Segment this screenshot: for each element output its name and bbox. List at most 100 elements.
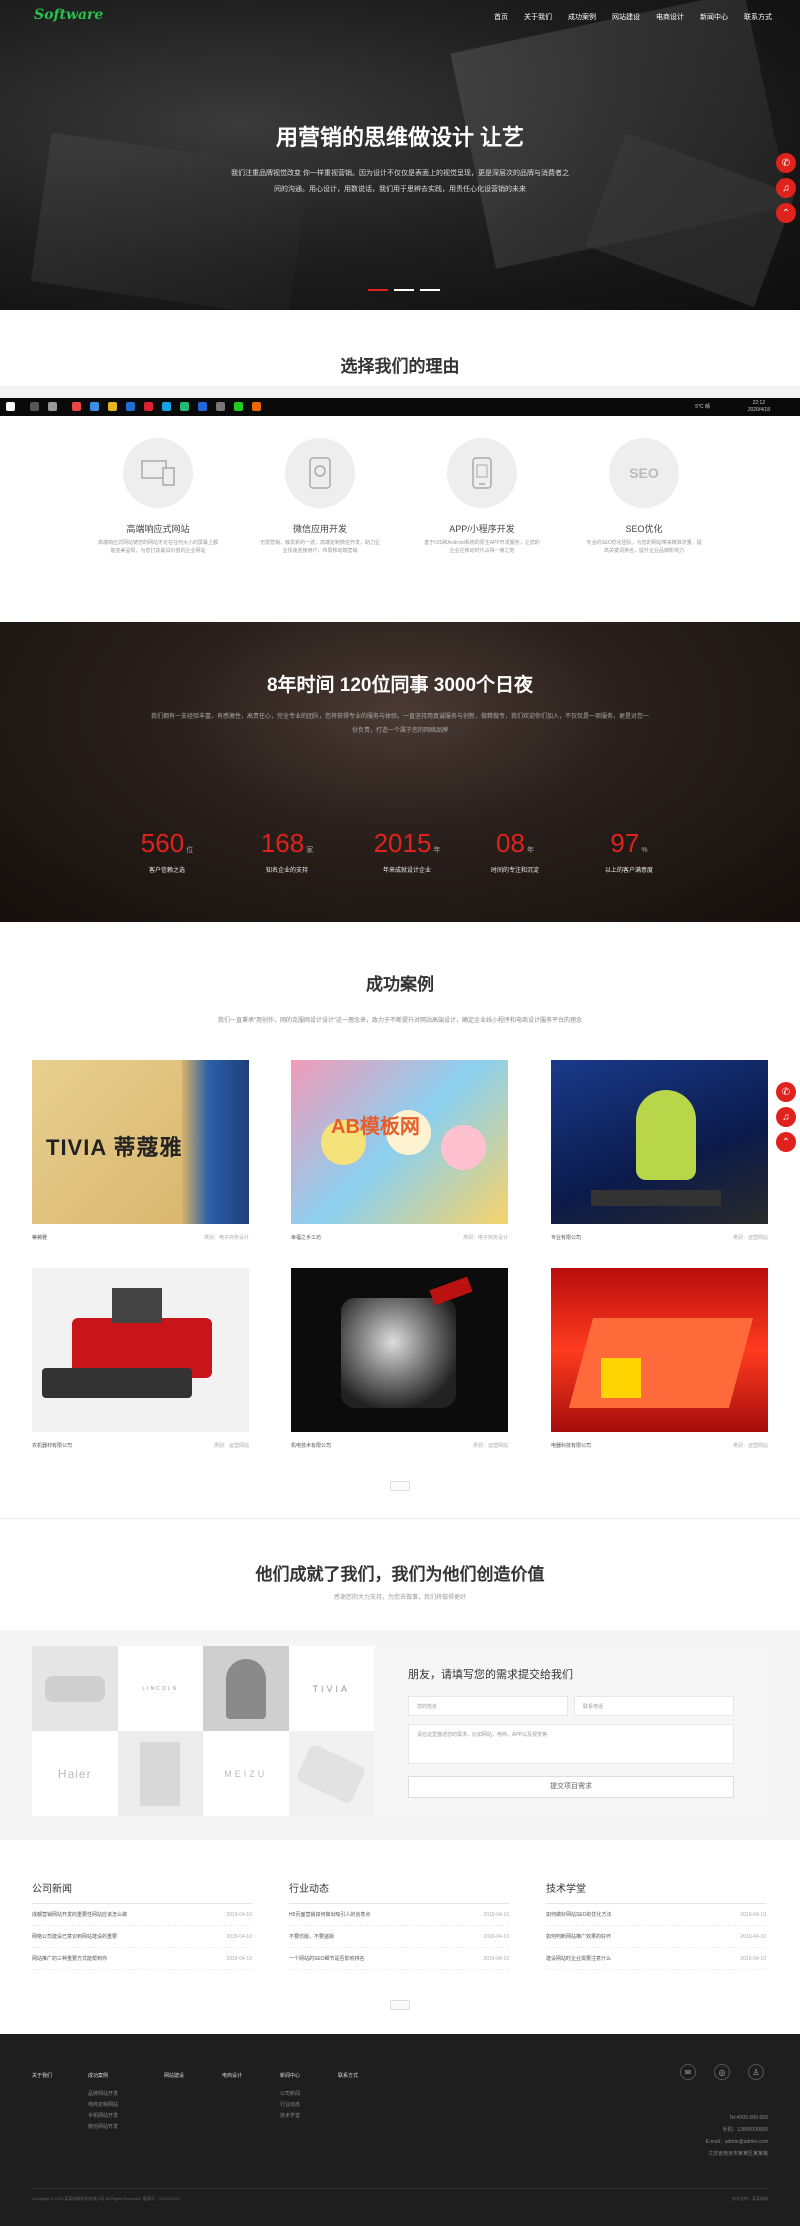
submit-button[interactable]: 提交项目需求: [408, 1776, 734, 1798]
cases-title: 成功案例: [366, 975, 434, 994]
news-column-company: 公司新闻 成都营销网站开发的重要性网站应该怎么做 2019-04-10 网络公司建…: [32, 1880, 252, 1970]
news-row[interactable]: 一个网站的SEO细节是否影响排名 2019-04-10: [289, 1948, 509, 1970]
cases-subtitle: 我们一直秉承“用创作，网的克服网设计设计”这一理念来，致力于不断提升对网站高端设…: [218, 1018, 582, 1024]
wechat-icon[interactable]: [234, 402, 243, 411]
news-row[interactable]: 建设网站时企业需要注意什么 2019-04-10: [546, 1948, 766, 1970]
news-row[interactable]: H5页面营销如何做出吸引人的创意点 2019-04-10: [289, 1904, 509, 1926]
clients-subtitle: 感谢您的大力支持，为您去做事，我们将做得更好: [333, 1595, 466, 1601]
news-row[interactable]: 不要仿版，不要盗版 2019-04-10: [289, 1926, 509, 1948]
footer-col-ecommerce: 电商设计: [222, 2073, 243, 2079]
app-icon-3[interactable]: [126, 402, 135, 411]
brand-tile: [32, 1646, 118, 1731]
phone-icon[interactable]: ✆: [776, 153, 796, 173]
news-row[interactable]: 如何做好网站SEO的优化方法 2019-04-10: [546, 1904, 766, 1926]
contact-info: Tel:4000-000-000 手机：13800000000 E-mail：a…: [705, 2115, 768, 2157]
feature-seo: SEO SEO优化 专业的SEO优化团队，为您的网站带来精准流量，提高关键词排名…: [574, 438, 714, 555]
wechat-app-icon: [285, 438, 355, 508]
windows-start-icon[interactable]: [6, 402, 15, 411]
news-row[interactable]: 网站推广的三种重要方式能帮到你 2019-04-10: [32, 1948, 252, 1970]
stats-subtitle: 我们拥有一支经验丰富，有感激性，高责任心，完全专业的团队，您将获得专业的服务与体…: [150, 714, 649, 734]
news-row[interactable]: 如何判断网站推广效果的好坏 2019-04-10: [546, 1926, 766, 1948]
feature-app: APP/小程序开发 基于iOS和Android系统的原生APP开发服务，让您的企…: [412, 438, 552, 555]
brand-tile: [203, 1646, 289, 1731]
wechat-icon[interactable]: ✉: [680, 2064, 696, 2080]
main-nav: 首页 关于我们 成功案例 网站建设 电商设计 新闻中心 联系方式: [486, 12, 780, 22]
carousel-dots: [368, 289, 440, 291]
site-logo[interactable]: Software: [34, 7, 103, 23]
news-column-industry: 行业动态 H5页面营销如何做出吸引人的创意点 2019-04-10 不要仿版，不要…: [289, 1880, 509, 1970]
bell-icon[interactable]: ♫: [776, 1107, 796, 1127]
nav-item-ecommerce[interactable]: 电商设计: [648, 12, 692, 22]
name-field[interactable]: 您的姓名: [408, 1696, 568, 1716]
app-icon-6[interactable]: [180, 402, 189, 411]
search-icon[interactable]: [30, 402, 39, 411]
case-image: [551, 1268, 768, 1432]
carousel-dot-3[interactable]: [420, 289, 440, 291]
case-card[interactable]: 电器科技有限公司 类别：运营网站: [551, 1268, 768, 1449]
brand-grid: LINCOLN TIVIA Haier MEIZU: [32, 1646, 374, 1816]
news-row[interactable]: 网络公司建设已意识到网站建设的重要 2019-04-10: [32, 1926, 252, 1948]
app-icon-2[interactable]: [90, 402, 99, 411]
nav-item-home[interactable]: 首页: [486, 12, 516, 22]
nav-item-about[interactable]: 关于我们: [516, 12, 560, 22]
form-title: 朋友，请填写您的需求提交给我们: [408, 1669, 573, 1681]
weather-status: 5°C 晴: [695, 404, 710, 410]
devices-icon: [123, 438, 193, 508]
case-card[interactable]: 农机器材有限公司 类别：运营网站: [32, 1268, 249, 1449]
tech-support: 技术支持：某某网络: [732, 2196, 768, 2201]
carousel-dot-1[interactable]: [368, 289, 388, 291]
reasons-title: 选择我们的理由: [340, 357, 460, 376]
app-icon-5[interactable]: [162, 402, 171, 411]
folder-icon[interactable]: [108, 402, 117, 411]
os-taskbar: 22:12 2020/4/18 5°C 晴: [0, 398, 800, 416]
pagination-button[interactable]: [390, 1481, 410, 1491]
case-image: [32, 1268, 249, 1432]
phone-app-icon: [447, 438, 517, 508]
phone-field[interactable]: 联系电话: [574, 1696, 734, 1716]
carousel-dot-2[interactable]: [394, 289, 414, 291]
news-row[interactable]: 成都营销网站开发的重要性网站应该怎么做 2019-04-10: [32, 1904, 252, 1926]
stats-section: [0, 622, 800, 922]
stat-clients: 560 位客户信赖之选: [140, 828, 194, 874]
app-icon-8[interactable]: [216, 402, 225, 411]
phone-icon[interactable]: ✆: [776, 1082, 796, 1102]
seo-icon: SEO: [609, 438, 679, 508]
app-icon-4[interactable]: [144, 402, 153, 411]
weibo-icon[interactable]: ◎: [714, 2064, 730, 2080]
footer-col-contact: 联系方式: [338, 2073, 359, 2079]
case-card[interactable]: 机电技术有限公司 类别：运营网站: [291, 1268, 508, 1449]
stat-partners: 168 家知名企业的支持: [260, 828, 314, 874]
hero-subtitle: 我们注重品牌视觉改变 你一样重视营销。因为设计不仅仅是表面上的视觉呈现，更是深层…: [231, 170, 569, 193]
brand-tile: TIVIA: [288, 1646, 374, 1731]
nav-item-contact[interactable]: 联系方式: [736, 12, 780, 22]
brand-tile: MEIZU: [203, 1731, 289, 1816]
taskview-icon[interactable]: [48, 402, 57, 411]
chevron-up-icon[interactable]: ⌃: [776, 1132, 796, 1152]
nav-item-cases[interactable]: 成功案例: [560, 12, 604, 22]
app-icon-9[interactable]: [252, 402, 261, 411]
nav-item-website[interactable]: 网站建设: [604, 12, 648, 22]
qq-icon[interactable]: ♙: [748, 2064, 764, 2080]
copyright: Copyright © 2019 某某网络科技有限公司 All Rights R…: [32, 2196, 181, 2201]
case-card[interactable]: TIVIA 蒂蔻雅 蒂薇雅 类别：电子商务设计: [32, 1060, 249, 1241]
stat-years: 08 年时间的专注和沉淀: [490, 828, 539, 874]
nav-item-news[interactable]: 新闻中心: [692, 12, 736, 22]
stat-year: 2015 年年来成就设计企业: [373, 828, 441, 874]
message-field[interactable]: 请在这里描述您的需求，比如网站，电商，APP以及视觉等: [408, 1724, 734, 1764]
app-icon-7[interactable]: [198, 402, 207, 411]
hero-title: 用营销的思维做设计 让艺: [275, 125, 525, 150]
brand-tile: [117, 1731, 203, 1816]
footer-col-cases: 成功案例 品牌网站开发 电商定制网站 手机网站开发 微信网站开发: [88, 2073, 119, 2130]
pagination-button[interactable]: [390, 2000, 410, 2010]
divider: [32, 2188, 768, 2189]
case-card[interactable]: AB模板网 幸福之手工坊 类别：电子商务设计: [291, 1060, 508, 1241]
app-icon-1[interactable]: [72, 402, 81, 411]
bell-icon[interactable]: ♫: [776, 178, 796, 198]
hero-banner: [0, 0, 800, 310]
case-card[interactable]: 专业有限公司 类别：运营网站: [551, 1060, 768, 1241]
chevron-up-icon[interactable]: ⌃: [776, 203, 796, 223]
footer-col-website: 网站建设: [164, 2073, 185, 2079]
brand-tile: LINCOLN: [117, 1646, 203, 1731]
divider: [0, 1518, 800, 1519]
brand-tile: [288, 1731, 374, 1816]
